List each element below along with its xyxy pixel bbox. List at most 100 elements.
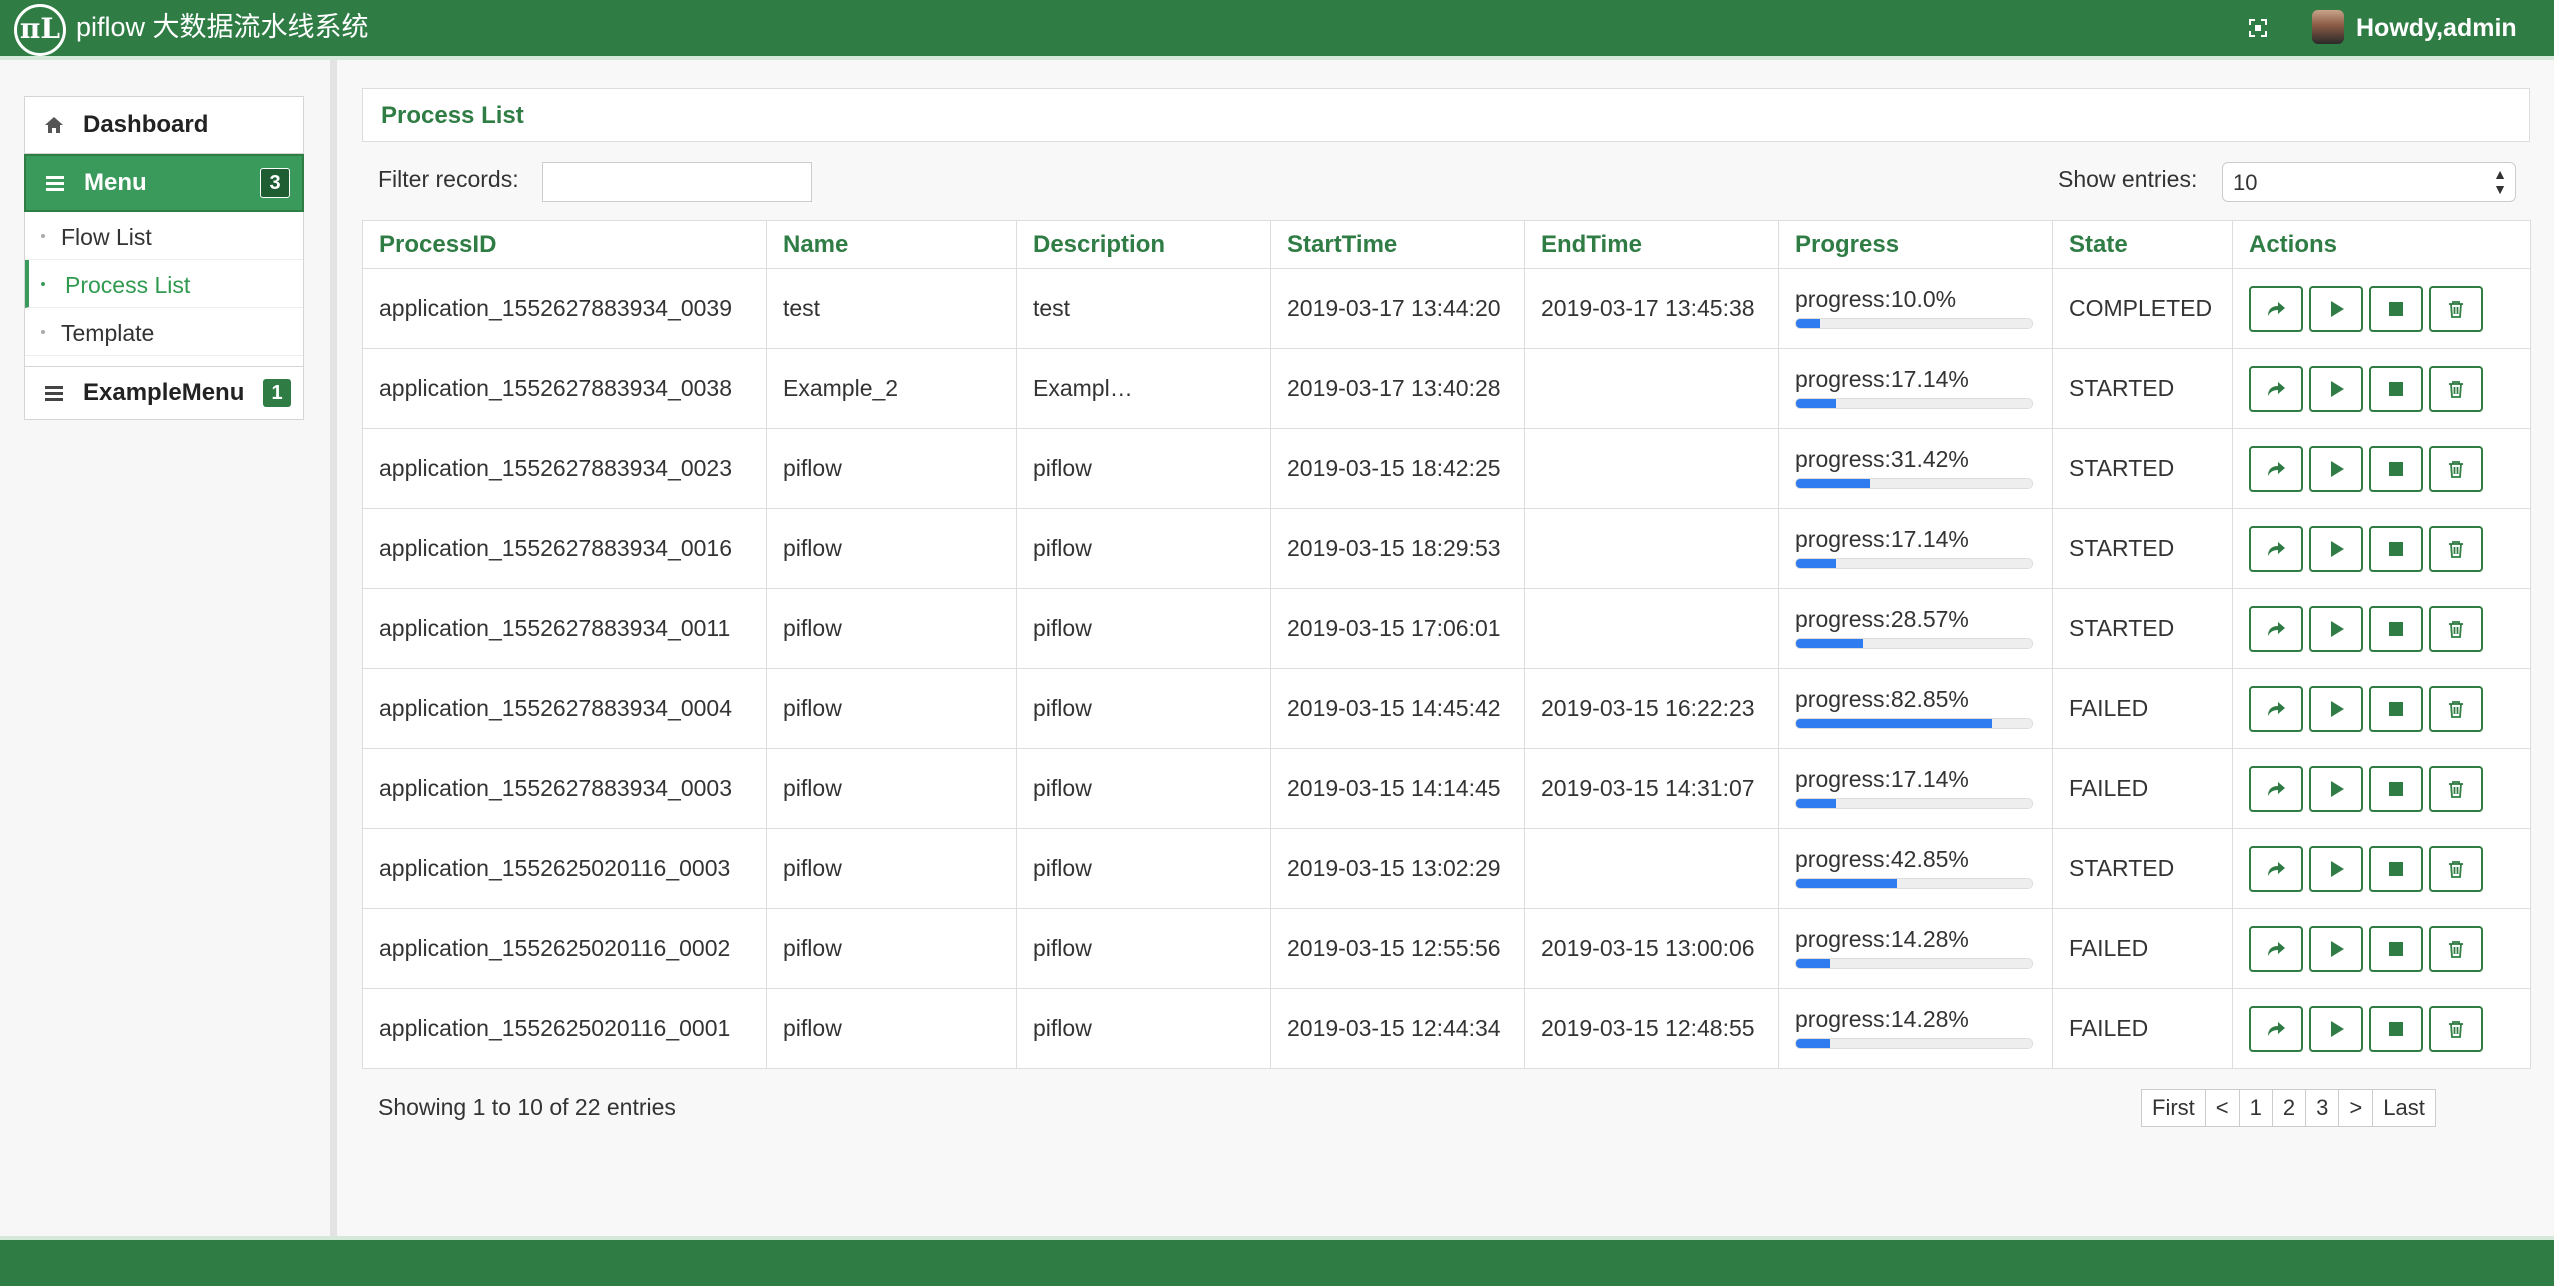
column-header[interactable]: State (2052, 220, 2233, 269)
entries-select[interactable]: 10 ▲ ▼ (2222, 162, 2516, 202)
start-time-cell: 2019-03-15 12:44:34 (1270, 988, 1525, 1069)
share-button[interactable] (2249, 925, 2303, 972)
stop-button[interactable] (2369, 445, 2423, 492)
play-button[interactable] (2309, 285, 2363, 332)
trash-button[interactable] (2429, 525, 2483, 572)
name-cell: Example_2 (766, 348, 1017, 429)
trash-button[interactable] (2429, 1005, 2483, 1052)
sidebar-item-menu[interactable]: Menu 3 (24, 154, 304, 212)
description-cell: piflow (1016, 588, 1271, 669)
progress-fill (1796, 559, 1837, 568)
share-button[interactable] (2249, 525, 2303, 572)
trash-button[interactable] (2429, 365, 2483, 412)
stop-button[interactable] (2369, 845, 2423, 892)
sidebar-item-process-list[interactable]: Process List (25, 260, 303, 308)
sidebar-item-dashboard[interactable]: Dashboard (24, 96, 304, 154)
actions-cell (2232, 428, 2531, 509)
column-header: Actions (2232, 220, 2531, 269)
progress-text: progress:14.28% (1795, 926, 1969, 952)
filter-input[interactable] (542, 162, 812, 202)
play-button[interactable] (2309, 765, 2363, 812)
end-time-cell: 2019-03-15 16:22:23 (1524, 668, 1779, 749)
trash-button[interactable] (2429, 845, 2483, 892)
name-cell: piflow (766, 748, 1017, 829)
table-row: application_1552625020116_0002 piflow pifl… (362, 908, 2531, 989)
sidebar-item-template[interactable]: Template (25, 308, 303, 356)
sidebar-item-examplemenu[interactable]: ExampleMenu 1 (24, 366, 304, 420)
end-time-cell (1524, 348, 1779, 429)
play-button[interactable] (2309, 1005, 2363, 1052)
stop-button[interactable] (2369, 525, 2423, 572)
column-header[interactable]: Progress (1778, 220, 2053, 269)
play-button[interactable] (2309, 685, 2363, 732)
trash-button[interactable] (2429, 285, 2483, 332)
stop-button[interactable] (2369, 285, 2423, 332)
progress-cell: progress:42.85% (1778, 828, 2053, 909)
actions-cell (2232, 348, 2531, 429)
progress-cell: progress:17.14% (1778, 748, 2053, 829)
table-row: application_1552627883934_0023 piflow pifl… (362, 428, 2531, 509)
bullet-icon (41, 282, 45, 286)
page-2-button[interactable]: 2 (2271, 1089, 2307, 1127)
actions-cell (2232, 268, 2531, 349)
stop-button[interactable] (2369, 365, 2423, 412)
share-button[interactable] (2249, 845, 2303, 892)
stop-button[interactable] (2369, 605, 2423, 652)
actions-cell (2232, 988, 2531, 1069)
table-row: application_1552627883934_0004 piflow pifl… (362, 668, 2531, 749)
state-cell: FAILED (2052, 908, 2233, 989)
play-button[interactable] (2309, 445, 2363, 492)
progress-fill (1796, 639, 1864, 648)
user-greeting[interactable]: Howdy,admin (2356, 12, 2517, 44)
page-prev-button[interactable]: < (2204, 1089, 2240, 1127)
column-header[interactable]: StartTime (1270, 220, 1525, 269)
page-first-button[interactable]: First (2141, 1089, 2206, 1127)
stop-button[interactable] (2369, 925, 2423, 972)
piflow-logo[interactable]: πL (14, 4, 66, 56)
play-button[interactable] (2309, 525, 2363, 572)
page-last-button[interactable]: Last (2372, 1089, 2436, 1127)
column-header[interactable]: Name (766, 220, 1017, 269)
play-button[interactable] (2309, 605, 2363, 652)
play-button[interactable] (2309, 925, 2363, 972)
play-button[interactable] (2309, 845, 2363, 892)
process-id-cell: application_1552625020116_0001 (362, 988, 767, 1069)
stop-button[interactable] (2369, 685, 2423, 732)
end-time-cell (1524, 588, 1779, 669)
table-row: application_1552627883934_0003 piflow pifl… (362, 748, 2531, 829)
progress-bar (1795, 398, 2033, 409)
avatar[interactable] (2312, 10, 2344, 44)
sidebar-item-label: ExampleMenu (83, 379, 245, 406)
description-cell: Exampl… (1016, 348, 1271, 429)
stop-button[interactable] (2369, 765, 2423, 812)
column-header[interactable]: Description (1016, 220, 1271, 269)
hamburger-icon (44, 172, 66, 194)
trash-button[interactable] (2429, 765, 2483, 812)
end-time-cell (1524, 828, 1779, 909)
column-header[interactable]: ProcessID (362, 220, 767, 269)
share-button[interactable] (2249, 1005, 2303, 1052)
sidebar-item-flow-list[interactable]: Flow List (25, 212, 303, 260)
menu-count-badge: 3 (260, 168, 290, 198)
fullscreen-icon[interactable] (2246, 16, 2270, 40)
share-button[interactable] (2249, 765, 2303, 812)
share-button[interactable] (2249, 605, 2303, 652)
share-button[interactable] (2249, 445, 2303, 492)
share-button[interactable] (2249, 685, 2303, 732)
stop-button[interactable] (2369, 1005, 2423, 1052)
share-button[interactable] (2249, 285, 2303, 332)
trash-button[interactable] (2429, 445, 2483, 492)
share-button[interactable] (2249, 365, 2303, 412)
trash-button[interactable] (2429, 925, 2483, 972)
progress-text: progress:28.57% (1795, 606, 1969, 632)
end-time-cell (1524, 428, 1779, 509)
end-time-cell: 2019-03-15 12:48:55 (1524, 988, 1779, 1069)
trash-button[interactable] (2429, 605, 2483, 652)
play-button[interactable] (2309, 365, 2363, 412)
trash-button[interactable] (2429, 685, 2483, 732)
column-header[interactable]: EndTime (1524, 220, 1779, 269)
page-next-button[interactable]: > (2338, 1089, 2374, 1127)
page-3-button[interactable]: 3 (2305, 1089, 2340, 1127)
sidebar-item-label: Menu (84, 169, 147, 196)
page-1-button[interactable]: 1 (2238, 1089, 2273, 1127)
